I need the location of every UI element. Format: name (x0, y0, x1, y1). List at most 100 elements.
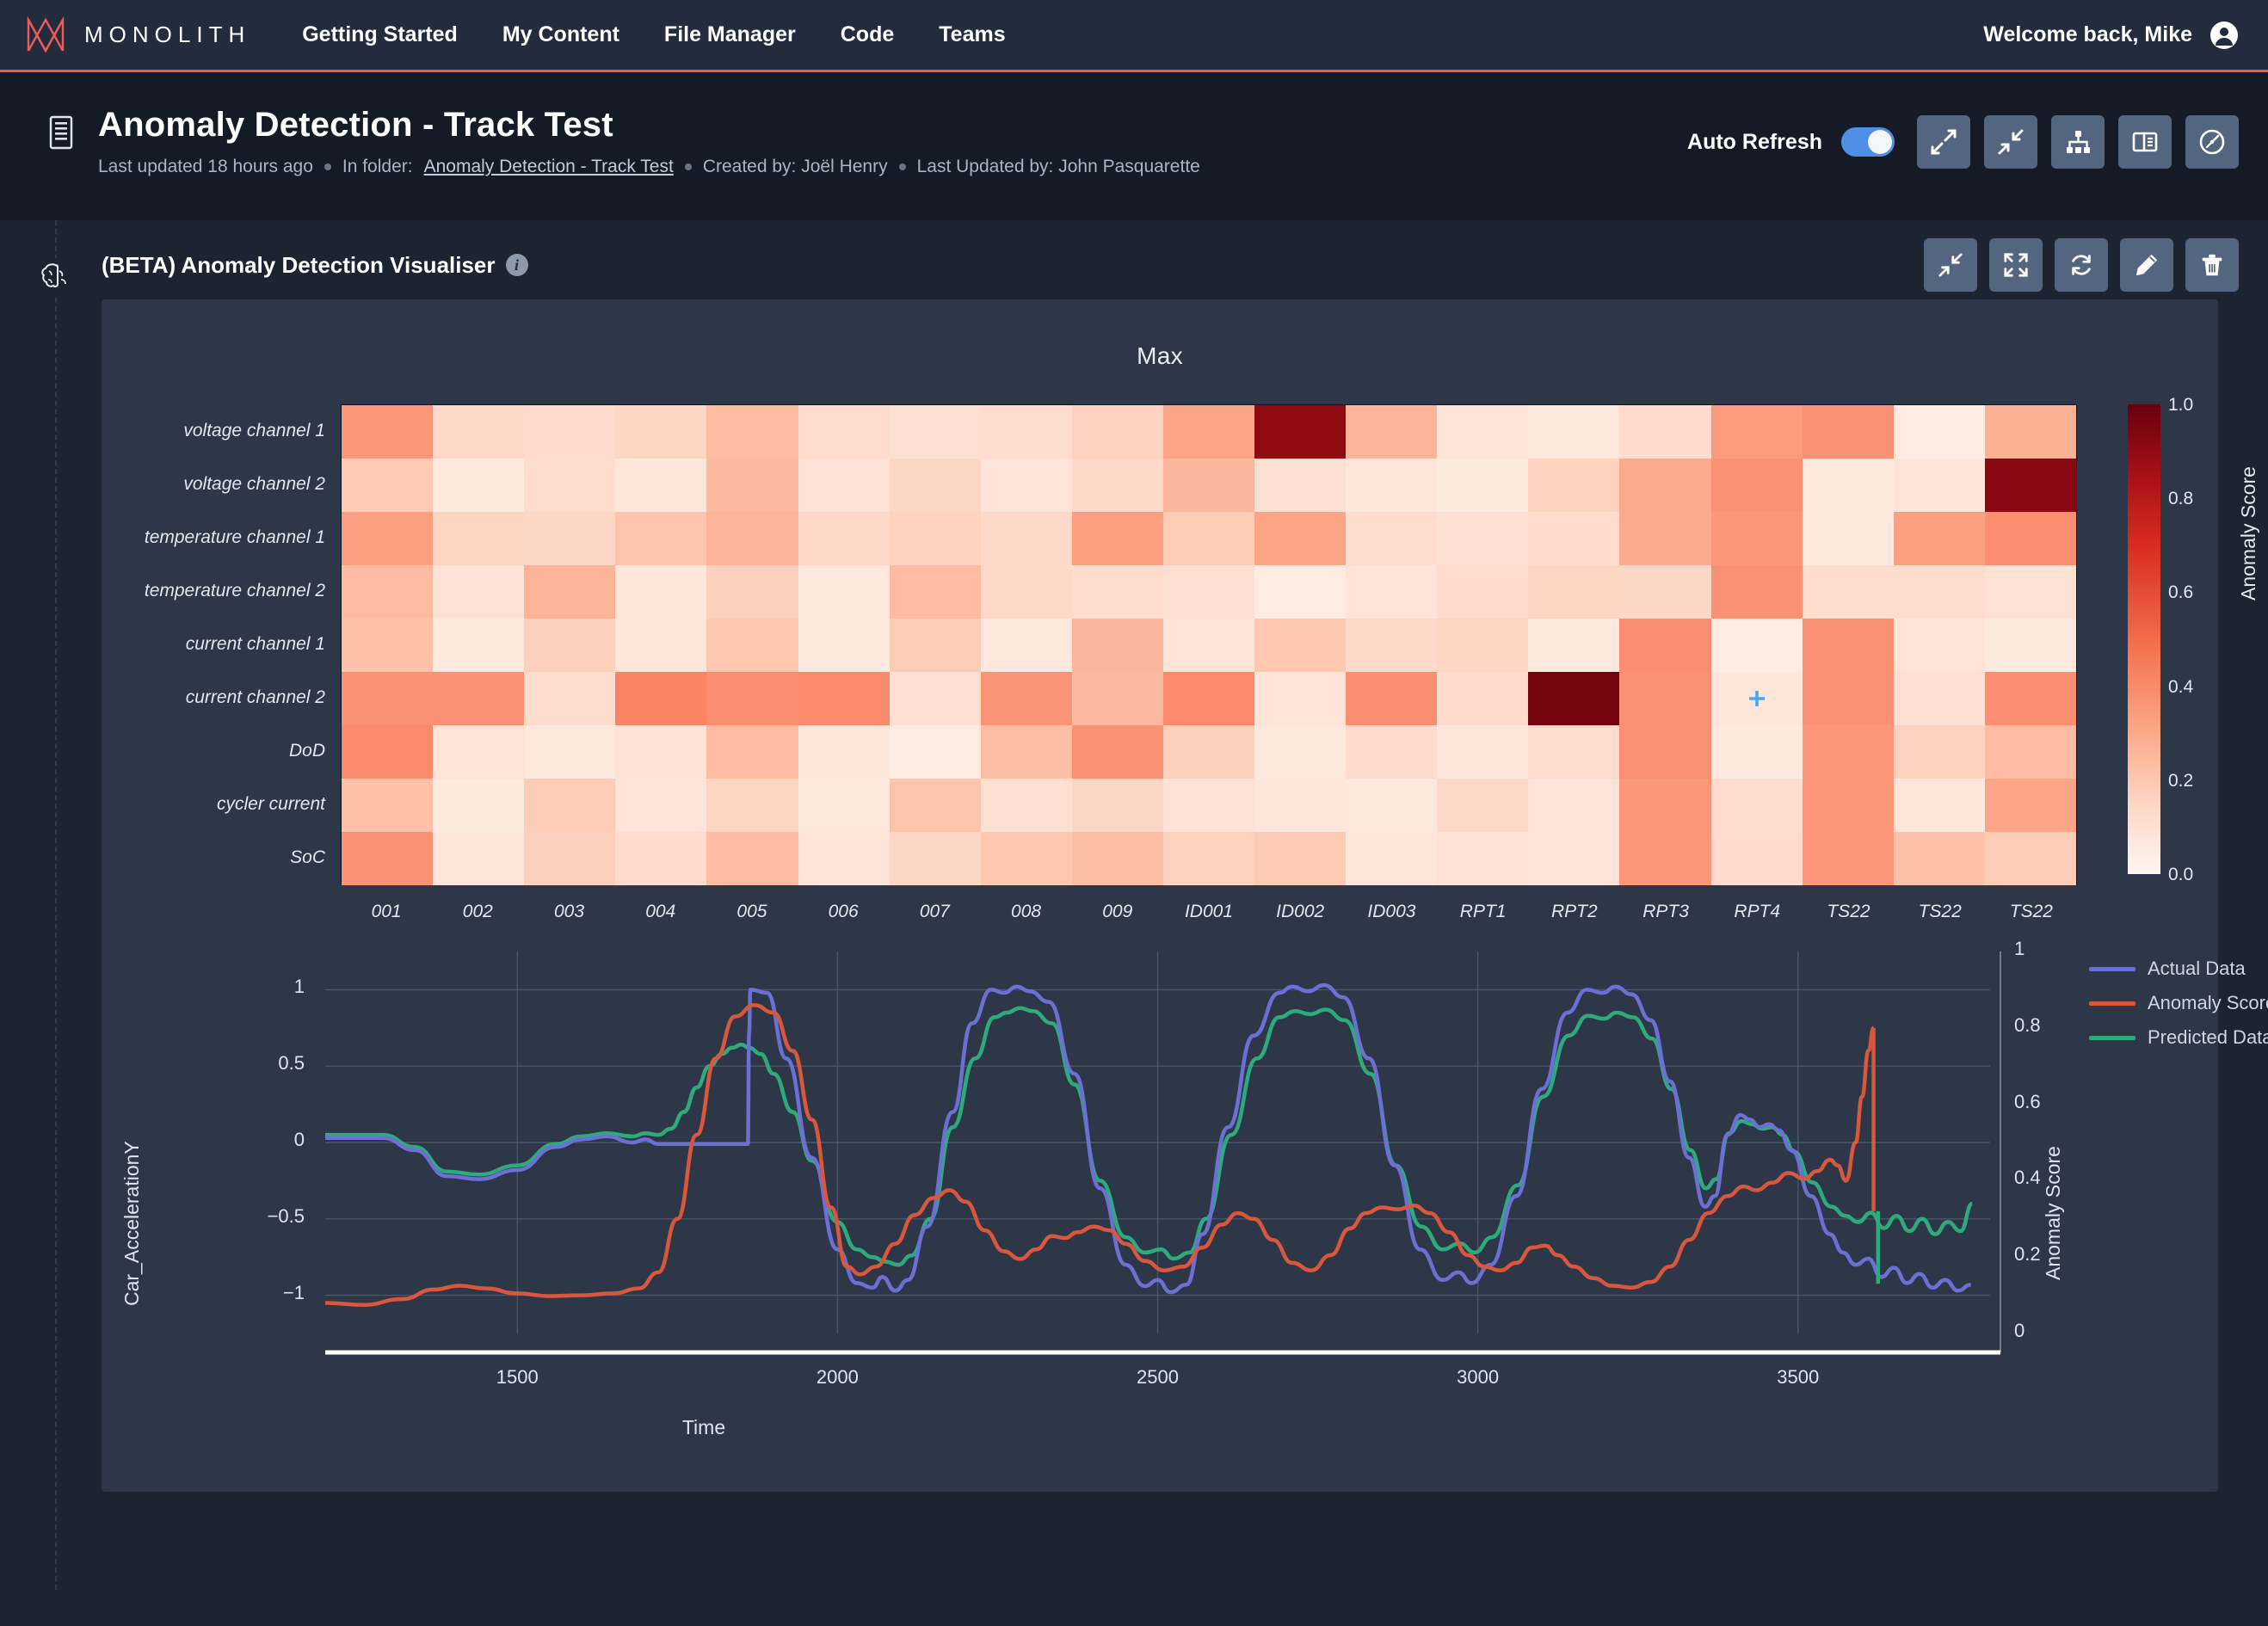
heatmap-cell[interactable] (1803, 405, 1894, 459)
heatmap-cell[interactable] (1072, 779, 1163, 832)
heatmap-cell[interactable] (342, 779, 433, 832)
heatmap-cell[interactable] (890, 565, 981, 619)
heatmap-cell[interactable] (1619, 779, 1710, 832)
heatmap-cell[interactable] (1163, 459, 1254, 512)
heatmap-cell[interactable] (1528, 459, 1619, 512)
heatmap-cell[interactable] (1711, 565, 1803, 619)
heatmap-cell[interactable] (1346, 725, 1437, 779)
heatmap-cell[interactable] (433, 779, 524, 832)
heatmap-cell[interactable] (1803, 512, 1894, 565)
heatmap-cell[interactable] (433, 619, 524, 672)
heatmap-cell[interactable] (1163, 832, 1254, 885)
heatmap-cell[interactable] (798, 672, 890, 725)
heatmap-cell[interactable] (1346, 832, 1437, 885)
panel-edit-button[interactable] (2120, 238, 2173, 292)
heatmap-cell[interactable] (1254, 405, 1346, 459)
heatmap-cell[interactable] (1346, 512, 1437, 565)
folder-link[interactable]: Anomaly Detection - Track Test (424, 157, 674, 177)
heatmap-cell[interactable] (615, 512, 706, 565)
heatmap-cell[interactable] (433, 512, 524, 565)
heatmap-cell[interactable] (433, 672, 524, 725)
panel-delete-button[interactable] (2185, 238, 2239, 292)
heatmap-cell[interactable] (706, 779, 798, 832)
heatmap-cell[interactable] (1437, 512, 1528, 565)
heatmap-cell[interactable] (890, 619, 981, 672)
heatmap-cell[interactable] (1711, 779, 1803, 832)
heatmap-cell[interactable] (706, 619, 798, 672)
heatmap-cell[interactable] (1894, 832, 1985, 885)
heatmap-cell[interactable] (981, 725, 1072, 779)
heatmap-cell[interactable] (1894, 565, 1985, 619)
heatmap-cell[interactable] (1619, 405, 1710, 459)
heatmap-cell[interactable] (1163, 779, 1254, 832)
heatmap-cell[interactable] (1985, 565, 2076, 619)
dashboard-gauge-button[interactable] (2185, 115, 2239, 169)
heatmap-cell[interactable] (1072, 832, 1163, 885)
heatmap-cell[interactable] (1985, 832, 2076, 885)
heatmap-cell[interactable] (1803, 459, 1894, 512)
heatmap-cell[interactable] (342, 405, 433, 459)
heatmap-cell[interactable] (1072, 619, 1163, 672)
heatmap-cell[interactable] (342, 619, 433, 672)
nav-link-teams[interactable]: Teams (939, 22, 1005, 47)
heatmap-cell[interactable] (1437, 725, 1528, 779)
heatmap-cell[interactable] (890, 672, 981, 725)
heatmap-cell[interactable] (615, 459, 706, 512)
heatmap-cell[interactable] (1163, 672, 1254, 725)
heatmap-cell[interactable] (1619, 832, 1710, 885)
heatmap-cell[interactable] (1437, 565, 1528, 619)
heatmap-cell[interactable] (890, 405, 981, 459)
heatmap-cell[interactable] (1163, 725, 1254, 779)
heatmap-cell[interactable] (1254, 565, 1346, 619)
heatmap-cell[interactable] (1803, 672, 1894, 725)
heatmap-cell[interactable] (1711, 672, 1803, 725)
heatmap-cell[interactable] (981, 565, 1072, 619)
heatmap-cell[interactable] (615, 725, 706, 779)
heatmap-cell[interactable] (1437, 459, 1528, 512)
heatmap-cell[interactable] (1528, 619, 1619, 672)
heatmap-cell[interactable] (1072, 459, 1163, 512)
heatmap-cell[interactable] (1346, 779, 1437, 832)
heatmap-cell[interactable] (1894, 779, 1985, 832)
heatmap-cell[interactable] (1619, 672, 1710, 725)
heatmap-cell[interactable] (1985, 779, 2076, 832)
heatmap-cell[interactable] (1346, 405, 1437, 459)
heatmap-cell[interactable] (890, 725, 981, 779)
nav-link-file-manager[interactable]: File Manager (664, 22, 796, 47)
collapse-all-button[interactable] (1984, 115, 2037, 169)
heatmap-cell[interactable] (798, 512, 890, 565)
heatmap-cell[interactable] (1894, 672, 1985, 725)
nav-link-getting-started[interactable]: Getting Started (302, 22, 458, 47)
heatmap-cell[interactable] (890, 512, 981, 565)
heatmap-cell[interactable] (1711, 512, 1803, 565)
heatmap-cell[interactable] (1985, 619, 2076, 672)
heatmap-cell[interactable] (1803, 725, 1894, 779)
heatmap-cell[interactable] (706, 405, 798, 459)
heatmap-cell[interactable] (1985, 725, 2076, 779)
heatmap-cell[interactable] (1254, 832, 1346, 885)
heatmap-cell[interactable] (1528, 565, 1619, 619)
heatmap-cell[interactable] (1803, 565, 1894, 619)
heatmap-cell[interactable] (433, 459, 524, 512)
heatmap-cell[interactable] (1528, 832, 1619, 885)
heatmap-cell[interactable] (1254, 779, 1346, 832)
nav-link-my-content[interactable]: My Content (502, 22, 619, 47)
heatmap-cell[interactable] (433, 725, 524, 779)
heatmap-cell[interactable] (615, 565, 706, 619)
heatmap-cell[interactable] (1528, 512, 1619, 565)
heatmap-cell[interactable] (1711, 619, 1803, 672)
heatmap-cell[interactable] (1254, 512, 1346, 565)
avatar[interactable] (2209, 21, 2239, 50)
heatmap-cell[interactable] (1528, 672, 1619, 725)
heatmap-cell[interactable] (1254, 725, 1346, 779)
heatmap-cell[interactable] (1711, 832, 1803, 885)
heatmap-cell[interactable] (1711, 725, 1803, 779)
heatmap-cell[interactable] (706, 672, 798, 725)
heatmap-cell[interactable] (1619, 619, 1710, 672)
heatmap-cell[interactable] (1985, 405, 2076, 459)
heatmap-cell[interactable] (1894, 619, 1985, 672)
heatmap-cell[interactable] (1985, 512, 2076, 565)
heatmap-cell[interactable] (798, 565, 890, 619)
heatmap-cell[interactable] (1254, 459, 1346, 512)
heatmap-cell[interactable] (1619, 459, 1710, 512)
